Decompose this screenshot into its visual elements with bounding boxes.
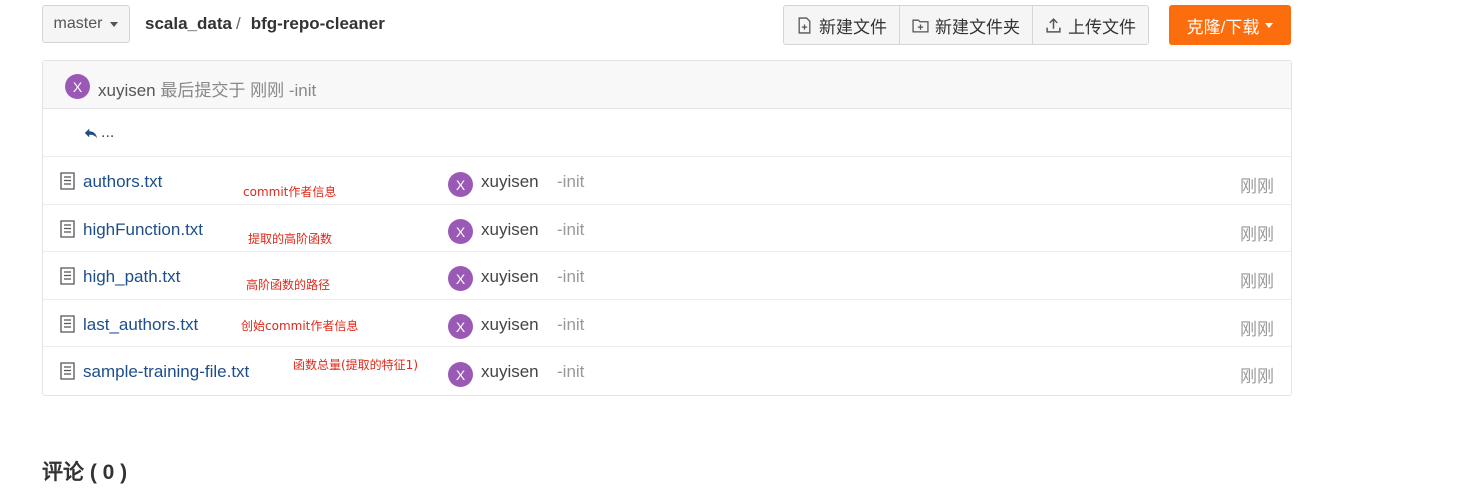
commit-message[interactable]: -init — [557, 267, 584, 287]
divider — [43, 346, 1291, 347]
commit-user[interactable]: xuyisen — [481, 315, 539, 335]
commit-user[interactable]: xuyisen — [98, 81, 156, 100]
file-actions-group: 新建文件 新建文件夹 上传文件 — [783, 5, 1149, 45]
latest-commit-info: xuyisen 最后提交于 刚刚 -init — [98, 76, 316, 101]
commit-message[interactable]: -init — [557, 172, 584, 192]
commit-time: 刚刚 — [1240, 177, 1274, 196]
parent-directory-link[interactable]: ... — [84, 124, 114, 142]
upload-file-label: 上传文件 — [1068, 17, 1136, 37]
divider — [43, 204, 1291, 205]
branch-label: master — [53, 15, 103, 32]
commit-info: 最后提交于 刚刚 -init — [160, 81, 317, 100]
commit-message[interactable]: -init — [557, 315, 584, 335]
avatar[interactable]: X — [448, 314, 473, 339]
commit-time: 刚刚 — [1240, 272, 1274, 291]
commit-user[interactable]: xuyisen — [481, 267, 539, 287]
file-name-link[interactable]: sample-training-file.txt — [83, 362, 249, 382]
divider — [43, 251, 1291, 252]
divider — [43, 299, 1291, 300]
commit-message[interactable]: -init — [557, 362, 584, 382]
commit-time: 刚刚 — [1240, 225, 1274, 244]
annotation-note: commit作者信息 — [243, 185, 337, 199]
upload-icon — [1046, 17, 1061, 33]
avatar[interactable]: X — [448, 219, 473, 244]
commit-time: 刚刚 — [1240, 367, 1274, 386]
chevron-down-icon — [1265, 22, 1274, 28]
annotation-note: 函数总量(提取的特征1) — [293, 358, 418, 372]
new-file-label: 新建文件 — [819, 17, 887, 37]
comments-heading: 评论 ( 0 ) — [42, 461, 128, 484]
file-name-link[interactable]: highFunction.txt — [83, 220, 203, 240]
breadcrumb-separator: / — [235, 14, 241, 33]
annotation-note: 创始commit作者信息 — [241, 319, 359, 333]
file-text-icon — [60, 362, 75, 380]
clone-download-button[interactable]: 克隆/下载 — [1169, 5, 1291, 45]
avatar[interactable]: X — [448, 172, 473, 197]
new-file-icon — [798, 16, 811, 34]
divider — [43, 156, 1291, 157]
new-file-button[interactable]: 新建文件 — [784, 6, 900, 44]
commit-user[interactable]: xuyisen — [481, 172, 539, 192]
commit-time: 刚刚 — [1240, 320, 1274, 339]
breadcrumb: scala_data / bfg-repo-cleaner — [145, 14, 385, 34]
new-folder-button[interactable]: 新建文件夹 — [900, 6, 1033, 44]
parent-directory-label: ... — [101, 124, 115, 141]
breadcrumb-repo[interactable]: bfg-repo-cleaner — [251, 14, 385, 34]
annotation-note: 高阶函数的路径 — [246, 278, 331, 292]
file-text-icon — [60, 172, 75, 190]
branch-selector[interactable]: master — [42, 5, 130, 43]
commit-message[interactable]: -init — [557, 220, 584, 240]
new-folder-label: 新建文件夹 — [935, 17, 1020, 37]
upload-file-button[interactable]: 上传文件 — [1033, 6, 1148, 44]
reply-arrow-icon — [84, 128, 98, 139]
file-name-link[interactable]: last_authors.txt — [83, 315, 198, 335]
new-folder-icon — [912, 19, 929, 33]
chevron-down-icon — [110, 21, 119, 27]
commit-user[interactable]: xuyisen — [481, 220, 539, 240]
annotation-note: 提取的高阶函数 — [248, 232, 333, 246]
avatar[interactable]: X — [448, 266, 473, 291]
commit-user[interactable]: xuyisen — [481, 362, 539, 382]
avatar[interactable]: X — [65, 74, 90, 99]
file-name-link[interactable]: authors.txt — [83, 172, 162, 192]
clone-download-label: 克隆/下载 — [1186, 17, 1260, 37]
file-text-icon — [60, 220, 75, 238]
avatar[interactable]: X — [448, 362, 473, 387]
breadcrumb-owner[interactable]: scala_data — [145, 14, 232, 34]
file-text-icon — [60, 267, 75, 285]
file-name-link[interactable]: high_path.txt — [83, 267, 180, 287]
file-text-icon — [60, 315, 75, 333]
